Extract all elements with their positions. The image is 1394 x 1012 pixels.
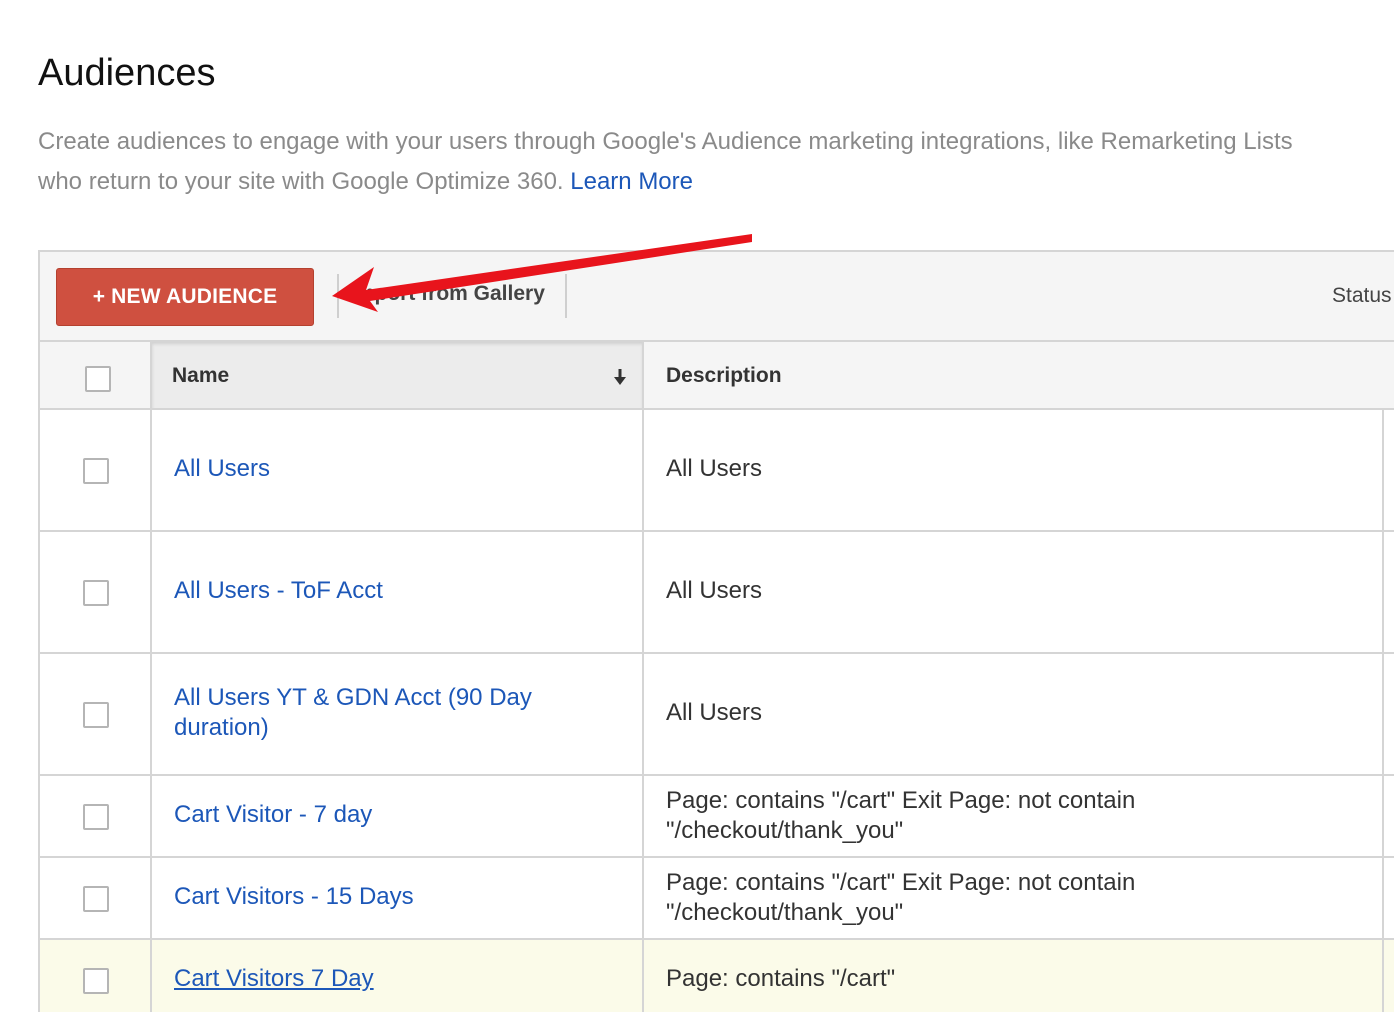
table-header: Name Description <box>40 342 1394 410</box>
toolbar-separator <box>565 274 567 318</box>
row-checkbox[interactable] <box>83 804 109 830</box>
column-divider <box>150 342 152 1012</box>
status-filter[interactable]: Status <box>1332 284 1392 308</box>
row-checkbox[interactable] <box>83 968 109 994</box>
description-header-label[interactable]: Description <box>666 364 782 388</box>
audience-description: All Users <box>666 455 763 482</box>
name-column-header[interactable]: Name <box>152 342 643 410</box>
audience-name-link[interactable]: All Users YT & GDN Acct (90 Day duration… <box>174 683 574 743</box>
table-row: Cart Visitors - 15 Days Page: contains "… <box>40 858 1394 938</box>
table-row: All Users All Users <box>40 410 1394 530</box>
new-audience-button[interactable]: + NEW AUDIENCE <box>56 268 314 326</box>
intro-line-1: Create audiences to engage with your use… <box>38 128 1293 155</box>
select-all-checkbox[interactable] <box>85 366 111 392</box>
column-divider <box>1382 410 1384 1012</box>
column-divider <box>642 342 644 1012</box>
audience-description: All Users <box>666 699 763 726</box>
table-row-highlighted: Cart Visitors 7 Day Page: contains "/car… <box>40 940 1394 1012</box>
row-checkbox[interactable] <box>83 886 109 912</box>
learn-more-link[interactable]: Learn More <box>570 168 693 195</box>
audience-description: Page: contains "/cart" <box>666 965 896 992</box>
sort-down-icon[interactable] <box>613 368 627 386</box>
audiences-table-panel: + NEW AUDIENCE Import from Gallery Statu… <box>38 250 1394 1012</box>
audience-description: All Users <box>666 577 763 604</box>
table-toolbar: + NEW AUDIENCE Import from Gallery Statu… <box>40 252 1394 342</box>
audience-description: Page: contains "/cart" Exit Page: not co… <box>666 869 1136 926</box>
audience-name-link[interactable]: All Users - ToF Acct <box>174 576 624 606</box>
row-checkbox[interactable] <box>83 702 109 728</box>
audience-name-link[interactable]: Cart Visitors - 15 Days <box>174 882 624 912</box>
row-checkbox[interactable] <box>83 458 109 484</box>
intro-line-2: who return to your site with Google Opti… <box>38 168 564 195</box>
table-row: Cart Visitor - 7 day Page: contains "/ca… <box>40 776 1394 856</box>
audience-name-link[interactable]: All Users <box>174 454 624 484</box>
page-title: Audiences <box>38 52 216 94</box>
intro-text: Create audiences to engage with your use… <box>38 122 1394 202</box>
audience-name-link[interactable]: Cart Visitor - 7 day <box>174 800 624 830</box>
table-row: All Users - ToF Acct All Users <box>40 532 1394 652</box>
audience-name-link[interactable]: Cart Visitors 7 Day <box>174 964 624 994</box>
toolbar-separator <box>337 274 339 318</box>
audience-description: Page: contains "/cart" Exit Page: not co… <box>666 787 1136 844</box>
table-row: All Users YT & GDN Acct (90 Day duration… <box>40 654 1394 774</box>
name-header-label: Name <box>172 364 230 387</box>
row-checkbox[interactable] <box>83 580 109 606</box>
import-from-gallery-button[interactable]: Import from Gallery <box>350 282 545 312</box>
